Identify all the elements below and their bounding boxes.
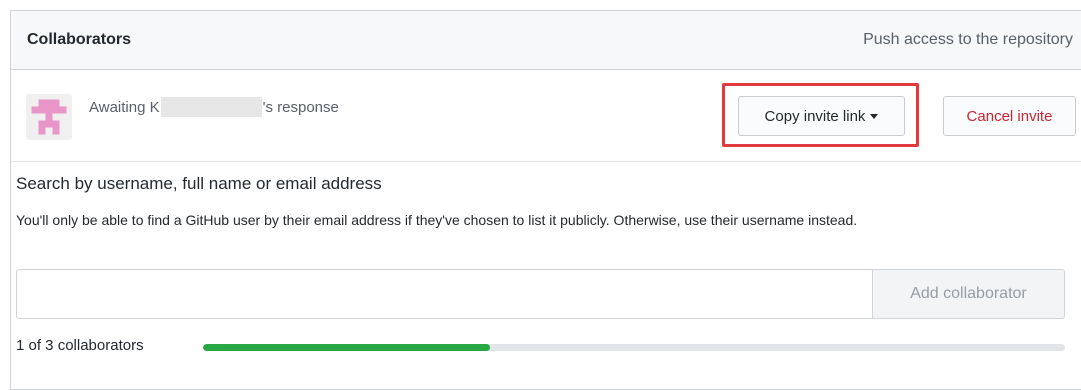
identicon-cell bbox=[52, 127, 60, 135]
copy-invite-link-label: Copy invite link bbox=[764, 107, 866, 125]
identicon-cell bbox=[45, 106, 53, 114]
collaborator-search-input[interactable] bbox=[16, 269, 873, 319]
identicon-cell bbox=[38, 106, 46, 114]
add-collaborator-button[interactable]: Add collaborator bbox=[872, 269, 1065, 319]
identicon-avatar-icon bbox=[26, 94, 72, 140]
search-heading: Search by username, full name or email a… bbox=[16, 174, 382, 193]
cancel-invite-label: Cancel invite bbox=[966, 107, 1053, 125]
identicon-cell bbox=[59, 106, 67, 114]
push-access-note: Push access to the repository bbox=[863, 31, 1073, 48]
pending-invite-row: Awaiting K 's response Copy invite link … bbox=[11, 70, 1081, 162]
copy-invite-link-button[interactable]: Copy invite link bbox=[738, 96, 905, 136]
identicon-cell bbox=[52, 120, 60, 128]
identicon-cell bbox=[38, 99, 46, 107]
identicon-cell bbox=[38, 120, 46, 128]
collaborator-count: 1 of 3 collaborators bbox=[16, 337, 144, 354]
identicon-cell bbox=[52, 106, 60, 114]
chevron-down-icon bbox=[870, 113, 879, 119]
collaborators-panel: Collaborators Push access to the reposit… bbox=[10, 10, 1081, 390]
panel-title: Collaborators bbox=[27, 31, 132, 48]
awaiting-response-text: Awaiting K 's response bbox=[89, 97, 339, 117]
collaborator-progress-bar bbox=[203, 344, 1065, 351]
cancel-invite-button[interactable]: Cancel invite bbox=[943, 96, 1076, 136]
identicon-cell bbox=[45, 120, 53, 128]
identicon-cell bbox=[38, 127, 46, 135]
identicon-cell bbox=[31, 106, 39, 114]
panel-header: Collaborators Push access to the reposit… bbox=[11, 11, 1081, 70]
search-help-text: You'll only be able to find a GitHub use… bbox=[16, 212, 858, 228]
redacted-username bbox=[160, 97, 262, 117]
identicon-graphic bbox=[31, 99, 67, 135]
awaiting-prefix: Awaiting K bbox=[89, 98, 160, 116]
identicon-cell bbox=[52, 99, 60, 107]
identicon-cell bbox=[45, 113, 53, 121]
awaiting-suffix: 's response bbox=[262, 98, 339, 116]
collaborator-progress-fill bbox=[203, 344, 491, 351]
identicon-cell bbox=[45, 99, 53, 107]
